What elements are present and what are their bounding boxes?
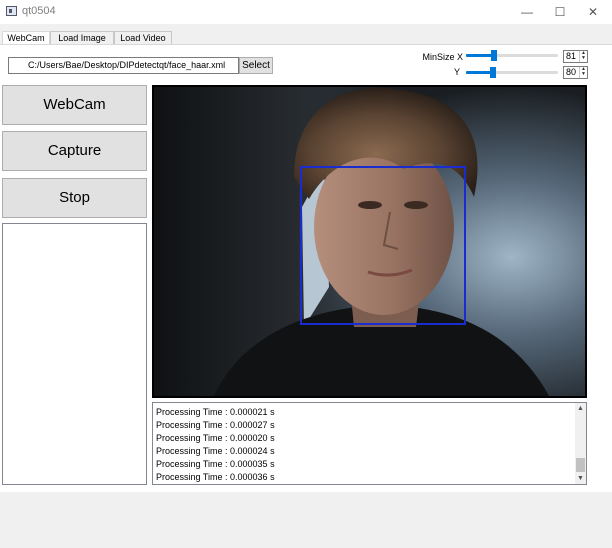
select-button[interactable]: Select — [239, 57, 273, 74]
left-panel — [2, 223, 147, 485]
scroll-thumb[interactable] — [576, 458, 585, 472]
y-label: Y — [453, 67, 460, 77]
minimize-button[interactable]: — — [510, 0, 544, 24]
scroll-up-icon[interactable]: ▲ — [575, 403, 586, 414]
minsize-x-spinbox[interactable]: 81 ▲ ▼ — [563, 50, 588, 63]
minsize-x-label: MinSize X — [422, 52, 463, 62]
window-title: qt0504 — [22, 5, 56, 17]
minimize-icon: — — [521, 5, 533, 19]
y-value: 80 — [566, 67, 577, 77]
scroll-down-icon[interactable]: ▼ — [575, 473, 586, 484]
tab-load-image[interactable]: Load Image — [50, 31, 114, 45]
log-lines: Processing Time : 0.000021 s Processing … — [156, 406, 275, 484]
log-line: Processing Time : 0.000024 s — [156, 446, 275, 456]
capture-button[interactable]: Capture — [2, 131, 147, 171]
minsize-x-value: 81 — [566, 51, 577, 61]
webcam-video-frame — [152, 85, 587, 398]
processing-log[interactable]: Processing Time : 0.000021 s Processing … — [152, 402, 587, 485]
minsize-x-fill — [466, 54, 493, 57]
minsize-x-handle[interactable] — [491, 50, 497, 61]
close-button[interactable]: ✕ — [576, 0, 610, 24]
log-line: Processing Time : 0.000021 s — [156, 407, 275, 417]
tab-load-video[interactable]: Load Video — [114, 31, 172, 45]
cascade-path-field[interactable]: C:/Users/Bae/Desktop/DIPdetectqt/face_ha… — [8, 57, 239, 74]
spin-arrows-icon[interactable]: ▲ ▼ — [579, 67, 587, 78]
log-scrollbar[interactable]: ▲ ▼ — [575, 403, 586, 484]
window-titlebar: qt0504 — ☐ ✕ — [0, 0, 612, 24]
y-handle[interactable] — [490, 67, 496, 78]
log-line: Processing Time : 0.000035 s — [156, 459, 275, 469]
log-line: Processing Time : 0.000036 s — [156, 472, 275, 482]
close-icon: ✕ — [587, 5, 599, 19]
y-fill — [466, 71, 493, 74]
app-icon — [6, 6, 17, 16]
maximize-icon: ☐ — [554, 5, 566, 19]
log-line: Processing Time : 0.000027 s — [156, 420, 275, 430]
y-slider[interactable] — [466, 71, 558, 74]
stop-button[interactable]: Stop — [2, 178, 147, 218]
log-line: Processing Time : 0.000020 s — [156, 433, 275, 443]
maximize-button[interactable]: ☐ — [543, 0, 577, 24]
webcam-frame-image — [154, 87, 585, 396]
webcam-button[interactable]: WebCam — [2, 85, 147, 125]
y-spinbox[interactable]: 80 ▲ ▼ — [563, 66, 588, 79]
spin-arrows-icon[interactable]: ▲ ▼ — [579, 51, 587, 62]
minsize-x-slider[interactable] — [466, 54, 558, 57]
